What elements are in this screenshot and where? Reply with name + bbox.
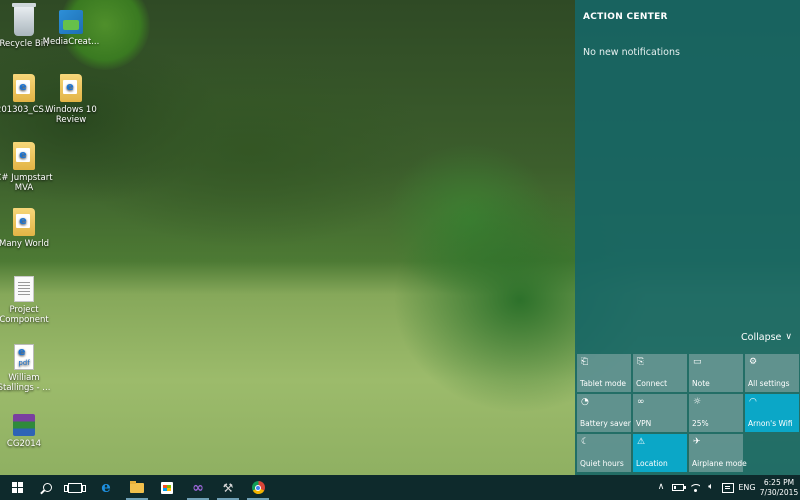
- taskbar: e ∞ ⚒ ∧ 🔈︎ ENG 6:25 PM 7/30/2015: [0, 475, 800, 500]
- ie-shortcut-folder-icon: [13, 74, 35, 102]
- media-creation-tool-icon: [59, 10, 83, 34]
- chrome-icon: [251, 481, 265, 494]
- tile-airplane-mode[interactable]: ✈ Airplane mode: [689, 434, 747, 472]
- desktop-icon-many-world[interactable]: Many World: [0, 208, 57, 249]
- tile-label: Quiet hours: [580, 459, 624, 468]
- tray-overflow-button[interactable]: ∧: [654, 475, 668, 500]
- system-tray: ∧ 🔈︎ ENG 6:25 PM 7/30/2015: [650, 475, 800, 500]
- network-tray-button[interactable]: [688, 475, 702, 500]
- desktop-icon-william-stallings[interactable]: pdf William Stallings - ...: [0, 344, 57, 393]
- clock-button[interactable]: 6:25 PM 7/30/2015: [758, 475, 800, 500]
- desktop-icon-label: William Stallings - ...: [0, 373, 51, 393]
- desktop-icon-cg2014[interactable]: CG2014: [0, 408, 57, 449]
- action-center-tray-button[interactable]: [720, 475, 736, 500]
- collapse-label: Collapse: [741, 332, 782, 343]
- wifi-icon: [690, 483, 700, 492]
- quiet-hours-moon-icon: ☾: [581, 437, 590, 447]
- tile-label: Arnon's Wifi: [748, 419, 793, 428]
- clock-date: 7/30/2015: [759, 487, 799, 497]
- desktop-icon-windows10-review[interactable]: Windows 10 Review: [38, 74, 104, 125]
- action-center-title: ACTION CENTER: [583, 12, 668, 22]
- search-icon: [42, 483, 52, 492]
- file-explorer-button[interactable]: [122, 475, 152, 500]
- tile-note[interactable]: ▭ Note: [689, 354, 743, 392]
- tile-label: Connect: [636, 379, 668, 388]
- tile-label: Battery saver: [580, 419, 631, 428]
- visual-studio-icon: ∞: [192, 479, 204, 496]
- volume-tray-button[interactable]: 🔈︎: [704, 475, 718, 500]
- action-center-panel: ACTION CENTER No new notifications Colla…: [575, 0, 800, 475]
- tile-quiet-hours[interactable]: ☾ Quiet hours: [577, 434, 631, 472]
- recycle-bin-icon: [12, 3, 36, 36]
- location-icon: ⚠: [637, 437, 646, 447]
- folder-icon: [13, 208, 35, 236]
- desktop-icon-label: CG2014: [6, 439, 42, 449]
- tile-vpn[interactable]: ∞ VPN: [633, 394, 687, 432]
- pdf-document-icon: pdf: [14, 344, 34, 370]
- visual-studio-button[interactable]: ∞: [183, 475, 213, 500]
- input-language-button[interactable]: ENG: [736, 475, 758, 500]
- battery-saver-icon: ◔: [581, 397, 589, 407]
- store-bag-icon: [161, 481, 173, 494]
- text-document-icon: [14, 276, 34, 302]
- folder-icon: [60, 74, 82, 102]
- desktop-icon-csharp-jumpstart[interactable]: C# Jumpstart MVA: [0, 142, 57, 193]
- windows-logo-icon: [11, 482, 23, 493]
- settings-gear-icon: ⚙: [749, 357, 758, 367]
- desktop-icon-label: Many World: [0, 239, 50, 249]
- airplane-icon: ✈: [693, 437, 701, 447]
- desktop-icon-label: Project Component: [0, 305, 49, 325]
- search-button[interactable]: [32, 475, 62, 500]
- tile-all-settings[interactable]: ⚙ All settings: [745, 354, 799, 392]
- tile-label: 25%: [692, 419, 709, 428]
- folder-icon: [130, 480, 144, 493]
- tile-label: Airplane mode: [692, 459, 747, 468]
- ie-shortcut-folder-icon: [13, 142, 35, 170]
- tools-button[interactable]: ⚒: [213, 475, 243, 500]
- task-view-icon: [64, 482, 86, 493]
- tile-label: Tablet mode: [580, 379, 626, 388]
- winrar-archive-icon: [13, 414, 35, 436]
- tile-brightness[interactable]: ☼ 25%: [689, 394, 743, 432]
- no-notifications-message: No new notifications: [583, 47, 680, 58]
- desktop-icon-mediacreation[interactable]: MediaCreat...: [38, 6, 104, 47]
- notification-icon: [722, 482, 734, 493]
- tile-wifi[interactable]: ◠ Arnon's Wifi: [745, 394, 799, 432]
- chrome-button[interactable]: [243, 475, 273, 500]
- battery-icon: [672, 484, 686, 491]
- quick-actions-grid: ⎗ Tablet mode ⎘ Connect ▭ Note ⚙ All set…: [577, 354, 799, 472]
- start-button[interactable]: [2, 475, 32, 500]
- note-icon: ▭: [693, 357, 702, 367]
- wifi-icon: ◠: [749, 397, 757, 407]
- task-view-button[interactable]: [60, 475, 90, 500]
- desktop-icon-label: C# Jumpstart MVA: [0, 173, 53, 193]
- tile-label: Note: [692, 379, 710, 388]
- tile-location[interactable]: ⚠ Location: [633, 434, 687, 472]
- brightness-icon: ☼: [693, 397, 702, 407]
- battery-tray-button[interactable]: [670, 475, 686, 500]
- tablet-mode-icon: ⎗: [581, 357, 589, 367]
- edge-button[interactable]: e: [91, 475, 121, 500]
- tile-tablet-mode[interactable]: ⎗ Tablet mode: [577, 354, 631, 392]
- collapse-button[interactable]: Collapse ∨: [741, 332, 792, 343]
- volume-icon: 🔈︎: [708, 482, 714, 492]
- tools-icon: ⚒: [222, 480, 234, 495]
- edge-browser-icon: e: [101, 478, 111, 496]
- desktop-icon-label: Windows 10 Review: [45, 105, 97, 125]
- desktop-icon-label: MediaCreat...: [42, 37, 100, 47]
- chevron-down-icon: ∨: [785, 332, 792, 342]
- desktop-icon-project-component[interactable]: Project Component: [0, 276, 57, 325]
- tile-label: Location: [636, 459, 668, 468]
- tile-label: VPN: [636, 419, 652, 428]
- chevron-up-icon: ∧: [657, 482, 665, 492]
- connect-icon: ⎘: [637, 357, 645, 367]
- tile-label: All settings: [748, 379, 790, 388]
- store-button[interactable]: [152, 475, 182, 500]
- language-indicator: ENG: [738, 483, 756, 492]
- clock-time: 6:25 PM: [763, 477, 795, 487]
- tile-battery-saver[interactable]: ◔ Battery saver: [577, 394, 631, 432]
- vpn-icon: ∞: [637, 397, 645, 407]
- tile-connect[interactable]: ⎘ Connect: [633, 354, 687, 392]
